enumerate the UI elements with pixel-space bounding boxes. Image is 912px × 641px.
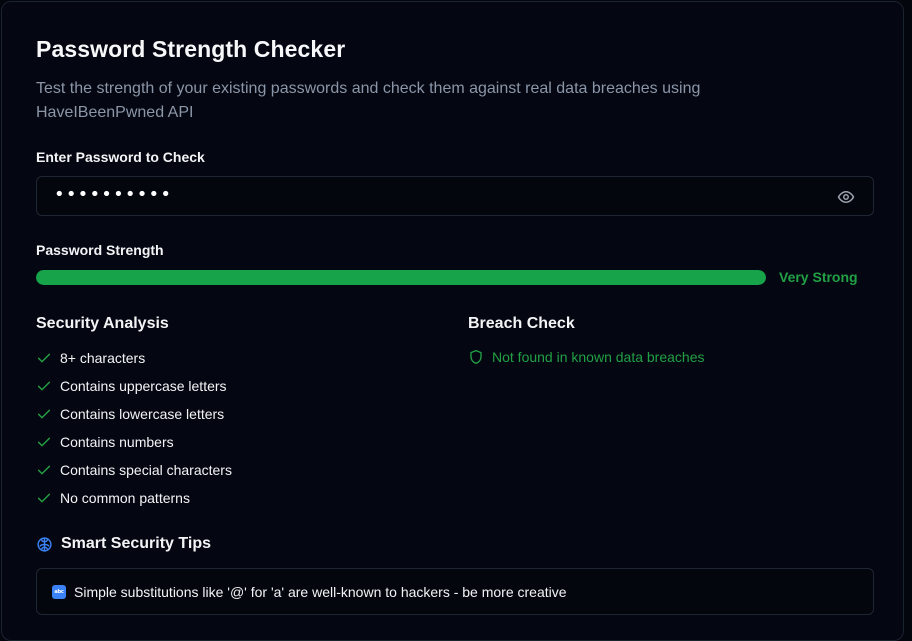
security-analysis-list: 8+ characters Contains uppercase letters… xyxy=(36,344,232,512)
password-masked-value[interactable]: •••••••••• xyxy=(54,184,172,205)
list-item: 8+ characters xyxy=(36,344,232,372)
breach-check-result: Not found in known data breaches xyxy=(468,349,704,365)
password-input[interactable]: •••••••••• xyxy=(36,176,874,216)
strength-bar xyxy=(36,270,766,285)
password-checker-card: Password Strength Checker Test the stren… xyxy=(1,1,904,641)
page-subtitle: Test the strength of your existing passw… xyxy=(36,80,701,121)
eye-icon[interactable] xyxy=(837,188,855,206)
brain-icon xyxy=(36,536,53,553)
list-item: Contains numbers xyxy=(36,428,232,456)
tips-title: Smart Security Tips xyxy=(61,535,211,552)
security-analysis-title: Security Analysis xyxy=(36,315,169,332)
strength-level-text: Very Strong xyxy=(779,269,858,285)
list-item: Contains uppercase letters xyxy=(36,372,232,400)
page-title: Password Strength Checker xyxy=(36,36,346,62)
breach-check-title: Breach Check xyxy=(468,315,575,332)
tip-item: abc Simple substitutions like '@' for 'a… xyxy=(36,568,874,615)
password-field-label: Enter Password to Check xyxy=(36,149,205,165)
check-label: No common patterns xyxy=(60,490,190,506)
check-icon xyxy=(36,490,52,506)
check-icon xyxy=(36,434,52,450)
list-item: Contains special characters xyxy=(36,456,232,484)
check-label: Contains uppercase letters xyxy=(60,378,227,394)
abc-icon: abc xyxy=(52,584,66,599)
check-icon xyxy=(36,378,52,394)
tips-header: Smart Security Tips xyxy=(36,535,211,553)
strength-bar-fill xyxy=(36,270,766,285)
check-icon xyxy=(36,350,52,366)
list-item: No common patterns xyxy=(36,484,232,512)
check-icon xyxy=(36,406,52,422)
shield-icon xyxy=(468,349,484,365)
list-item: Contains lowercase letters xyxy=(36,400,232,428)
check-label: Contains special characters xyxy=(60,462,232,478)
check-icon xyxy=(36,462,52,478)
tip-text: Simple substitutions like '@' for 'a' ar… xyxy=(74,583,567,600)
strength-label: Password Strength xyxy=(36,242,164,258)
check-label: Contains lowercase letters xyxy=(60,406,225,422)
check-label: 8+ characters xyxy=(60,350,146,366)
check-label: Contains numbers xyxy=(60,434,174,450)
breach-result-text: Not found in known data breaches xyxy=(492,349,705,365)
